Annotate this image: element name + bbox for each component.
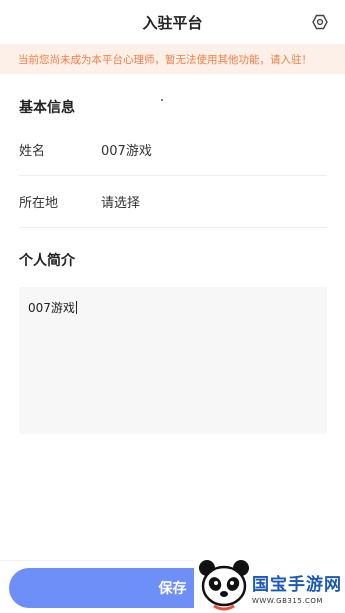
page: 入驻平台 当前您尚未成为本平台心理师，暂无法使用其他功能，请入驻！ 基本信息 姓… [0, 0, 345, 613]
name-label: 姓名 [19, 144, 46, 159]
watermark-url: WWW.GB315.COM [252, 597, 323, 605]
watermark-title: 国宝手游网 [252, 575, 342, 595]
page-title: 入驻平台 [142, 13, 203, 32]
location-select[interactable]: 请选择 [101, 192, 140, 211]
settings-icon[interactable] [311, 13, 329, 31]
section-title-intro: 个人简介 [19, 253, 75, 269]
name-field[interactable]: 007游戏 [101, 140, 152, 159]
notice-text: 当前您尚未成为本平台心理师，暂无法使用其他功能，请入驻！ [18, 53, 312, 66]
location-row[interactable]: 所在地 请选择 [19, 176, 327, 228]
section-title-basic-info: 基本信息 [19, 100, 75, 116]
intro-text: 007游戏 [28, 301, 75, 315]
watermark: 国宝手游网 WWW.GB315.COM [194, 556, 345, 613]
text-caret [75, 301, 77, 314]
top-bar: 入驻平台 [0, 0, 345, 44]
stray-dot [161, 99, 163, 101]
name-row[interactable]: 姓名 007游戏 [19, 124, 327, 176]
panda-logo-icon [199, 560, 249, 611]
notice-banner: 当前您尚未成为本平台心理师，暂无法使用其他功能，请入驻！ [0, 44, 345, 74]
location-label: 所在地 [19, 196, 59, 211]
intro-textarea[interactable]: 007游戏 [19, 287, 327, 434]
save-button-label: 保存 [158, 581, 187, 597]
